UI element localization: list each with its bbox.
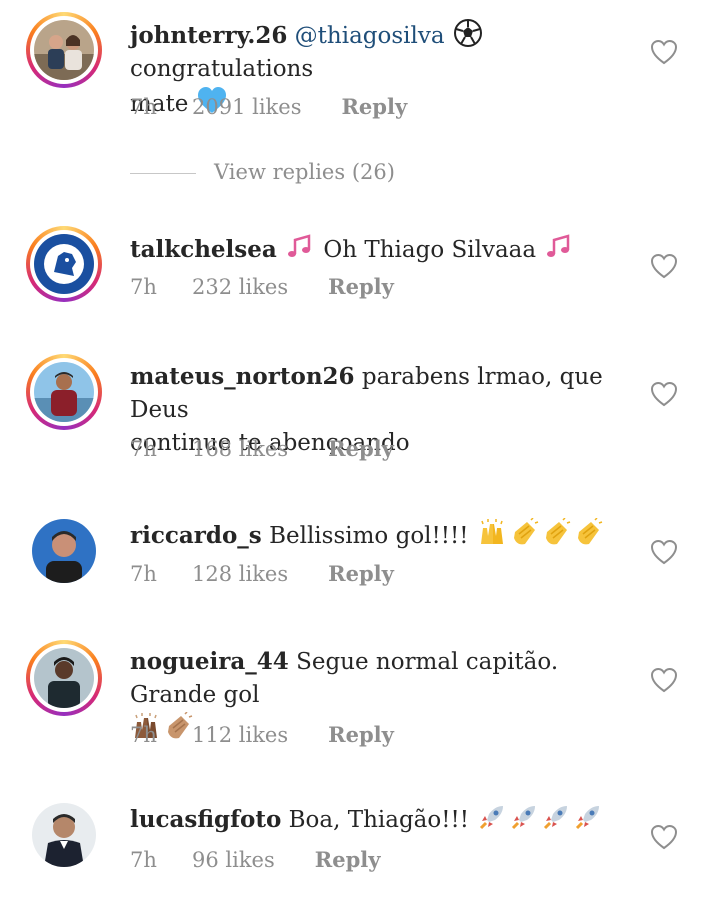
comment-username[interactable]: lucasfigfoto <box>130 806 281 833</box>
avatar[interactable] <box>26 12 102 88</box>
avatar-photo <box>34 234 94 294</box>
reply-button[interactable]: Reply <box>328 436 394 461</box>
clapping-hands-emoji <box>509 518 539 548</box>
reply-button[interactable]: Reply <box>315 847 381 872</box>
comment-time: 7h <box>130 562 157 586</box>
avatar-photo <box>34 648 94 708</box>
comment-meta: 7h 168 likes Reply <box>130 436 394 461</box>
comment-body: Boa, Thiagão!!! <box>288 807 469 833</box>
heart-outline-icon[interactable] <box>650 539 678 565</box>
soccer-ball-emoji <box>453 18 483 48</box>
rocket-emoji <box>509 802 539 832</box>
avatar-photo <box>34 20 94 80</box>
comment-username[interactable]: riccardo_s <box>130 522 262 549</box>
likes-count[interactable]: 168 likes <box>192 437 288 461</box>
comment-text: talkchelsea Oh Thiago Silvaaa <box>130 232 610 267</box>
reply-button[interactable]: Reply <box>328 274 394 299</box>
comment-text: riccardo_s Bellissimo gol!!!! <box>130 518 610 553</box>
clapping-hands-emoji <box>573 518 603 548</box>
comment-username[interactable]: mateus_norton26 <box>130 363 355 390</box>
likes-count[interactable]: 2091 likes <box>192 95 301 119</box>
comment-time: 7h <box>130 723 157 747</box>
avatar[interactable] <box>26 354 102 430</box>
rocket-emoji <box>573 802 603 832</box>
likes-count[interactable]: 128 likes <box>192 562 288 586</box>
comment-username[interactable]: talkchelsea <box>130 236 277 263</box>
heart-outline-icon[interactable] <box>650 253 678 279</box>
comment-meta: 7h 232 likes Reply <box>130 274 394 299</box>
rocket-emoji <box>541 802 571 832</box>
comment-meta: 7h 112 likes Reply <box>130 722 394 747</box>
view-replies-label: View replies (26) <box>214 160 395 184</box>
comment-time: 7h <box>130 275 157 299</box>
comment-username[interactable]: nogueira_44 <box>130 648 289 675</box>
reply-button[interactable]: Reply <box>328 561 394 586</box>
comment-body: congratulations <box>130 56 314 82</box>
clapping-hands-emoji <box>541 518 571 548</box>
raising-hands-emoji <box>477 518 507 548</box>
avatar[interactable] <box>26 226 102 302</box>
likes-count[interactable]: 112 likes <box>192 723 288 747</box>
heart-outline-icon[interactable] <box>650 824 678 850</box>
reply-button[interactable]: Reply <box>328 722 394 747</box>
avatar[interactable] <box>26 640 102 716</box>
musical-notes-emoji <box>285 232 315 262</box>
comment-time: 7h <box>130 848 157 872</box>
avatar[interactable] <box>26 797 102 873</box>
mention-link[interactable]: @thiagosilva <box>295 23 445 49</box>
avatar[interactable] <box>26 513 102 589</box>
musical-notes-emoji <box>544 232 574 262</box>
comment-time: 7h <box>130 437 157 461</box>
avatar-photo <box>32 803 96 867</box>
comment-meta: 7h 128 likes Reply <box>130 561 394 586</box>
avatar-photo <box>34 362 94 422</box>
heart-outline-icon[interactable] <box>650 381 678 407</box>
comment-meta: 7h 96 likes Reply <box>130 847 380 872</box>
comment-username[interactable]: johnterry.26 <box>130 22 287 49</box>
rocket-emoji <box>477 802 507 832</box>
heart-outline-icon[interactable] <box>650 667 678 693</box>
heart-outline-icon[interactable] <box>650 39 678 65</box>
comment-text: lucasfigfoto Boa, Thiagão!!! <box>130 802 610 837</box>
comment-time: 7h <box>130 95 157 119</box>
likes-count[interactable]: 96 likes <box>192 848 275 872</box>
comment-body: Bellissimo gol!!!! <box>269 523 469 549</box>
view-replies-button[interactable]: View replies (26) <box>130 160 395 190</box>
comment-body: Oh Thiago Silvaaa <box>323 237 537 263</box>
reply-button[interactable]: Reply <box>341 94 407 119</box>
divider-line <box>130 173 196 174</box>
avatar-photo <box>32 519 96 583</box>
comment-meta: 7h 2091 likes Reply <box>130 94 407 119</box>
likes-count[interactable]: 232 likes <box>192 275 288 299</box>
